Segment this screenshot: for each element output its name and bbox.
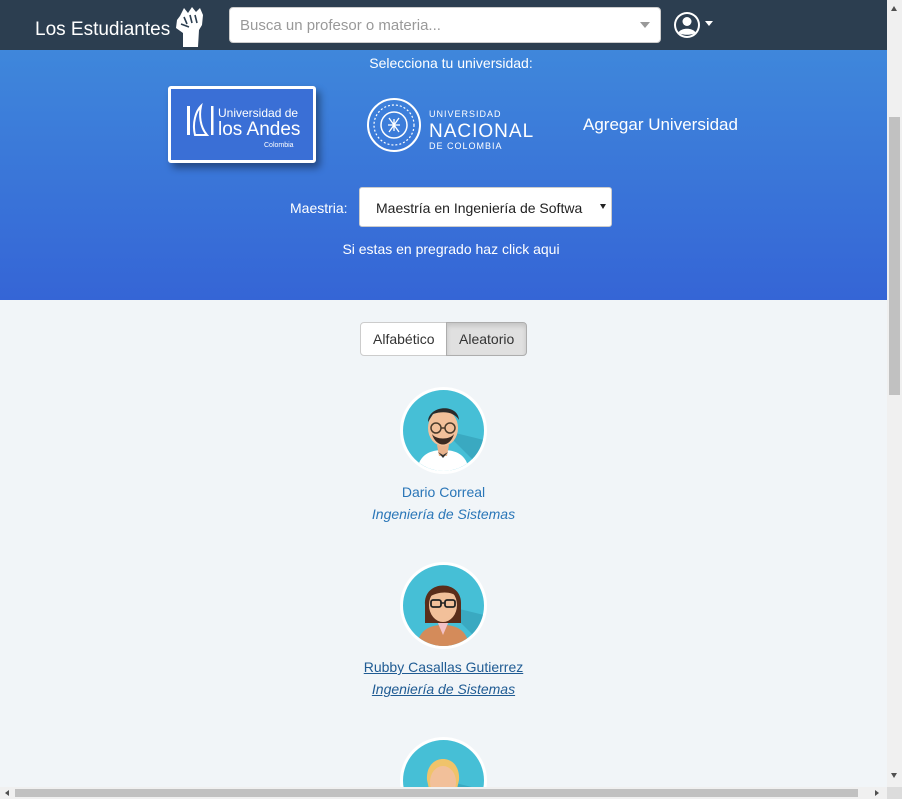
scrollbar-corner bbox=[887, 787, 902, 799]
sort-toggle: Alfabético Aleatorio bbox=[360, 322, 527, 356]
select-university-title: Selecciona tu universidad: bbox=[369, 55, 533, 71]
andes-name-line3: Colombia bbox=[264, 142, 294, 149]
sort-random-button[interactable]: Aleatorio bbox=[446, 322, 527, 356]
university-card-nacional[interactable]: UNIVERSIDAD NACIONAL DE COLOMBIA bbox=[367, 90, 537, 167]
professor-major[interactable]: Ingeniería de Sistemas bbox=[0, 681, 887, 697]
search-box[interactable] bbox=[229, 7, 661, 43]
nacional-name-line1: UNIVERSIDAD bbox=[429, 109, 502, 119]
unal-logo: UNIVERSIDAD NACIONAL DE COLOMBIA bbox=[367, 98, 534, 152]
horizontal-scrollbar[interactable] bbox=[0, 787, 887, 799]
professor-avatar-female[interactable] bbox=[400, 562, 487, 649]
andes-name-line2: los Andes bbox=[218, 119, 300, 140]
university-selector: Selecciona tu universidad: Universidad d… bbox=[0, 50, 887, 300]
fist-icon[interactable] bbox=[171, 3, 207, 48]
professor-name[interactable]: Dario Correal bbox=[0, 484, 887, 500]
search-input[interactable] bbox=[230, 8, 630, 42]
andes-name-line1: Universidad de bbox=[218, 106, 298, 120]
user-menu[interactable] bbox=[672, 10, 716, 42]
dropdown-caret-icon[interactable] bbox=[640, 22, 650, 28]
professor-major[interactable]: Ingeniería de Sistemas bbox=[0, 506, 887, 522]
uniandes-logo: Universidad de los Andes Colombia bbox=[187, 103, 300, 149]
pregrado-link[interactable]: Si estas en pregrado haz click aqui bbox=[0, 241, 902, 257]
university-card-andes[interactable]: Universidad de los Andes Colombia bbox=[168, 86, 316, 163]
vertical-scrollbar[interactable] bbox=[887, 0, 902, 787]
caret-down-icon[interactable] bbox=[705, 21, 713, 26]
maestria-selected-value: Maestría en Ingeniería de Softwa bbox=[376, 200, 583, 216]
user-circle-icon[interactable] bbox=[672, 10, 702, 40]
navbar: Los Estudiantes bbox=[0, 0, 887, 50]
professor-avatar-male[interactable] bbox=[400, 387, 487, 474]
scroll-up-arrow-icon[interactable] bbox=[891, 6, 897, 11]
brand-title[interactable]: Los Estudiantes bbox=[35, 19, 170, 41]
sort-alphabetical-button[interactable]: Alfabético bbox=[360, 322, 447, 356]
maestria-label: Maestria: bbox=[290, 200, 348, 216]
horizontal-scrollbar-thumb[interactable] bbox=[15, 789, 858, 797]
scroll-right-arrow-icon[interactable] bbox=[875, 790, 879, 796]
vertical-scrollbar-thumb[interactable] bbox=[889, 117, 900, 395]
scroll-down-arrow-icon[interactable] bbox=[891, 773, 897, 778]
select-arrow-icon bbox=[600, 204, 606, 209]
nacional-name-line2: NACIONAL bbox=[429, 121, 534, 142]
scroll-left-arrow-icon[interactable] bbox=[5, 790, 9, 796]
maestria-select[interactable]: Maestría en Ingeniería de Softwa bbox=[359, 187, 612, 227]
add-university-link[interactable]: Agregar Universidad bbox=[583, 115, 738, 135]
professor-name[interactable]: Rubby Casallas Gutierrez bbox=[0, 659, 887, 675]
nacional-name-line3: DE COLOMBIA bbox=[429, 141, 503, 151]
